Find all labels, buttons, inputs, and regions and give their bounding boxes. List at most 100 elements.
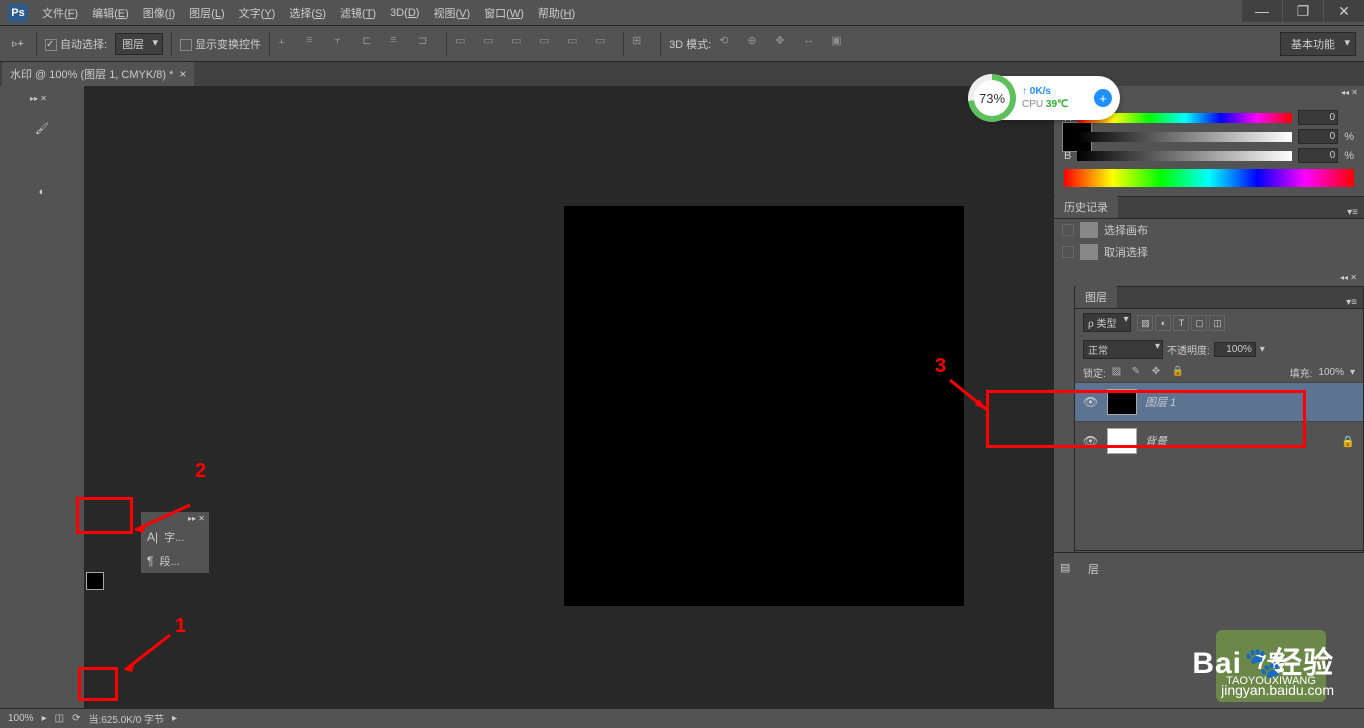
zoom-level[interactable]: 100% [8,713,34,724]
adjustment-icon[interactable]: ◐ [28,180,56,204]
left-dock: ▸▸ ✕ 🖌 ◐ [0,86,84,708]
auto-align-icon[interactable]: ⊞ [632,34,652,54]
lock-all-icon[interactable]: 🔒 [1172,366,1186,380]
doc-info[interactable]: 当:625.0K/0 字节 [88,711,164,726]
arrow-up-icon: ↑ [1022,86,1027,97]
saturation-input[interactable] [1298,129,1338,144]
right-panels: ◂◂ ✕ H S % B % [1054,86,1364,708]
window-close[interactable]: ✕ [1324,0,1364,22]
3d-orbit-icon[interactable]: ⟲ [719,34,739,54]
layers-menu-icon[interactable]: ▾≡ [1340,297,1363,308]
menu-file[interactable]: 文件(F) [42,5,78,21]
annotation-arrow-2 [130,500,200,540]
menu-view[interactable]: 视图(V) [433,5,470,21]
layer-row-1[interactable]: 👁 背景 🔒 [1075,421,1363,460]
bottom-icons-panel: ▤ 层 [1054,552,1364,588]
timeline-icon[interactable]: 层 [1088,561,1110,581]
3d-zoom-icon[interactable]: ▣ [831,34,851,54]
brush-preset-icon[interactable]: 🖌 [28,116,56,140]
layer-filter-kind[interactable]: ρ 类型 [1083,313,1131,332]
baidu-watermark: Bai🐾经验 jingyan.baidu.com [1192,638,1334,698]
distribute-3-icon[interactable]: ▭ [511,34,531,54]
distribute-5-icon[interactable]: ▭ [567,34,587,54]
perf-percent: 73% [974,80,1010,116]
annotation-label-2: 2 [195,460,206,483]
layers-panel: ◂◂ ✕ 图层 ▾≡ ρ 类型 ▨◐T▢◫ 正常 不透明度: 100%▾ 锁定:… [1074,286,1364,574]
align-top-icon[interactable]: ⫠ [278,34,298,54]
doc-icon [1080,222,1098,238]
layers-tab[interactable]: 图层 [1075,286,1117,308]
document-tabs: 水印 @ 100% (图层 1, CMYK/8) * × [0,62,1364,86]
brightness-input[interactable] [1298,148,1338,163]
workspace-switcher[interactable]: 基本功能 [1280,32,1356,56]
auto-select-target[interactable]: 图层 [115,33,163,55]
menu-filter[interactable]: 滤镜(T) [340,5,376,21]
window-minimize[interactable]: — [1242,0,1282,22]
align-right-icon[interactable]: ⊐ [418,34,438,54]
layer-filter-icons[interactable]: ▨◐T▢◫ [1135,315,1225,331]
history-panel: 历史记录 ▾≡ 选择画布 取消选择 [1054,196,1364,263]
fill-input[interactable]: 100% [1318,367,1344,378]
menu-window[interactable]: 窗口(W) [484,5,524,21]
align-left-icon[interactable]: ⊏ [362,34,382,54]
annotation-arrow-1 [120,630,180,680]
arrange-icon[interactable]: ◫ [55,713,64,724]
document-canvas[interactable] [564,206,964,606]
history-item-0[interactable]: 选择画布 [1054,219,1364,241]
menu-edit[interactable]: 编辑(E) [92,5,129,21]
align-bottom-icon[interactable]: ⫟ [334,34,354,54]
app-logo: Ps [8,4,28,22]
paragraph-row[interactable]: ¶段... [141,549,209,573]
saturation-slider[interactable] [1077,132,1292,142]
distribute-4-icon[interactable]: ▭ [539,34,559,54]
close-tab-icon[interactable]: × [179,67,186,81]
menu-layer[interactable]: 图层(L) [189,5,224,21]
menu-3d[interactable]: 3D(D) [390,7,419,19]
color-ramp[interactable] [1064,169,1354,187]
align-vcenter-icon[interactable]: ≡ [306,34,326,54]
history-tab[interactable]: 历史记录 [1054,196,1118,218]
annotation-arrow-3 [945,375,995,420]
history-item-1[interactable]: 取消选择 [1054,241,1364,263]
menu-image[interactable]: 图像(I) [143,5,175,21]
layer-name[interactable]: 图层 1 [1145,394,1176,410]
layer-thumbnail[interactable] [1107,428,1137,454]
blend-mode-select[interactable]: 正常 [1083,340,1163,359]
distribute-1-icon[interactable]: ▭ [455,34,475,54]
foreground-color[interactable] [86,572,104,590]
rotate-icon[interactable]: ⟳ [72,713,80,724]
show-transform-checkbox[interactable]: 显示变换控件 [180,36,261,52]
hue-input[interactable] [1298,110,1338,125]
menu-help[interactable]: 帮助(H) [538,5,575,21]
lock-label: 锁定: [1083,365,1106,380]
mini-bridge-icon[interactable]: ▤ [1060,561,1082,581]
brightness-slider[interactable] [1077,151,1292,161]
lock-image-icon[interactable]: ✎ [1132,366,1146,380]
auto-select-checkbox[interactable]: 自动选择: [45,36,107,52]
3d-roll-icon[interactable]: ⊕ [747,34,767,54]
performance-widget[interactable]: 73% ↑ 0K/s CPU 39℃ + [970,76,1120,120]
doc-icon [1080,244,1098,260]
distribute-2-icon[interactable]: ▭ [483,34,503,54]
align-hcenter-icon[interactable]: ≡ [390,34,410,54]
document-tab[interactable]: 水印 @ 100% (图层 1, CMYK/8) * × [2,62,194,86]
window-maximize[interactable]: ❐ [1283,0,1323,22]
layer-row-0[interactable]: 👁 图层 1 [1075,382,1363,421]
status-bar: 100% ▸ ◫ ⟳ 当:625.0K/0 字节 ▸ [0,708,1364,728]
menu-select[interactable]: 选择(S) [289,5,326,21]
add-icon[interactable]: + [1094,89,1112,107]
fill-label: 填充: [1290,365,1313,380]
workspace: ▸▸ ✕ 🖌 ◐ ▸▸ ▹+ ▭ ◯ ✶ ⊡ ✎ ◍ ✐ ♟ ⟲ ◧ 🪣 💧 ◉… [0,86,1364,708]
layer-name[interactable]: 背景 [1145,433,1167,449]
3d-pan-icon[interactable]: ✥ [775,34,795,54]
history-menu-icon[interactable]: ▾≡ [1341,207,1364,218]
3d-slide-icon[interactable]: ↔ [803,34,823,54]
menu-type[interactable]: 文字(Y) [239,5,276,21]
distribute-6-icon[interactable]: ▭ [595,34,615,54]
visibility-icon[interactable]: 👁 [1083,434,1099,448]
layer-thumbnail[interactable] [1107,389,1137,415]
opacity-input[interactable]: 100% [1214,342,1256,357]
lock-transparent-icon[interactable]: ▨ [1112,366,1126,380]
lock-position-icon[interactable]: ✥ [1152,366,1166,380]
visibility-icon[interactable]: 👁 [1083,395,1099,409]
